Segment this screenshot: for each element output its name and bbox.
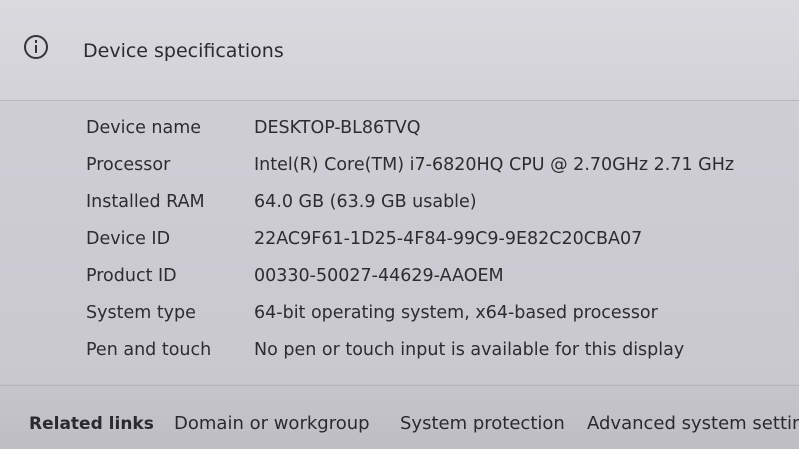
section-title: Device specifications	[83, 40, 284, 62]
spec-value: 22AC9F61-1D25-4F84-99C9-9E82C20CBA07	[254, 229, 643, 249]
spec-value: 64.0 GB (63.9 GB usable)	[254, 192, 477, 212]
spec-row-device-name: Device name DESKTOP-BL86TVQ	[0, 118, 799, 148]
spec-row-product-id: Product ID 00330-50027-44629-AAOEM	[0, 266, 799, 296]
spec-label: Device name	[86, 118, 202, 138]
domain-or-workgroup-link[interactable]: Domain or workgroup	[174, 413, 370, 434]
spec-row-installed-ram: Installed RAM 64.0 GB (63.9 GB usable)	[0, 192, 799, 222]
spec-label: Processor	[86, 155, 171, 175]
spec-value: 64-bit operating system, x64-based proce…	[254, 303, 658, 323]
specifications-list: Device name DESKTOP-BL86TVQ Processor In…	[0, 101, 799, 384]
spec-row-device-id: Device ID 22AC9F61-1D25-4F84-99C9-9E82C2…	[0, 229, 799, 259]
spec-value: DESKTOP-BL86TVQ	[254, 118, 421, 138]
spec-label: System type	[86, 303, 196, 323]
related-links-bar: Related links Domain or workgroup System…	[0, 385, 799, 449]
spec-row-pen-and-touch: Pen and touch No pen or touch input is a…	[0, 340, 799, 370]
system-protection-link[interactable]: System protection	[400, 413, 565, 434]
spec-value: No pen or touch input is available for t…	[254, 340, 685, 360]
spec-label: Product ID	[86, 266, 177, 286]
spec-label: Device ID	[86, 229, 171, 249]
spec-value: 00330-50027-44629-AAOEM	[254, 266, 504, 286]
spec-label: Pen and touch	[86, 340, 212, 360]
spec-value: Intel(R) Core(TM) i7-6820HQ CPU @ 2.70GH…	[254, 155, 735, 175]
spec-row-processor: Processor Intel(R) Core(TM) i7-6820HQ CP…	[0, 155, 799, 185]
info-icon	[24, 35, 48, 59]
device-specifications-page: Device specifications Device name DESKTO…	[0, 0, 799, 449]
device-specifications-header[interactable]: Device specifications	[0, 0, 799, 101]
related-links-title: Related links	[29, 414, 154, 434]
advanced-system-settings-link[interactable]: Advanced system settings	[587, 413, 799, 434]
spec-row-system-type: System type 64-bit operating system, x64…	[0, 303, 799, 333]
spec-label: Installed RAM	[86, 192, 205, 212]
